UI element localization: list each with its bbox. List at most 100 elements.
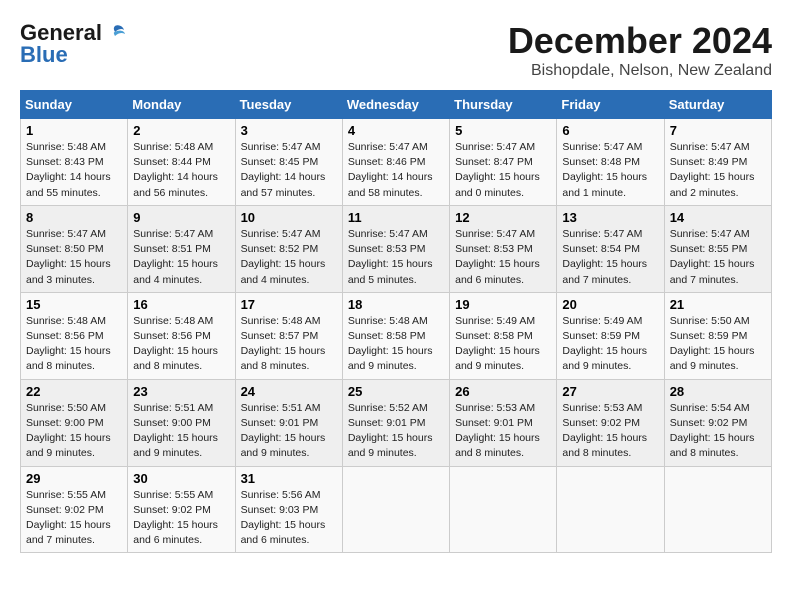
calendar-cell: 19 Sunrise: 5:49 AM Sunset: 8:58 PM Dayli… bbox=[450, 292, 557, 379]
day-number: 24 bbox=[241, 384, 337, 399]
calendar-cell: 21 Sunrise: 5:50 AM Sunset: 8:59 PM Dayli… bbox=[664, 292, 771, 379]
day-info: Sunrise: 5:47 AM Sunset: 8:50 PM Dayligh… bbox=[26, 227, 122, 288]
day-number: 8 bbox=[26, 210, 122, 225]
calendar-cell: 20 Sunrise: 5:49 AM Sunset: 8:59 PM Dayli… bbox=[557, 292, 664, 379]
calendar-cell: 8 Sunrise: 5:47 AM Sunset: 8:50 PM Daylig… bbox=[21, 205, 128, 292]
logo-bird-icon bbox=[104, 22, 126, 44]
day-info: Sunrise: 5:47 AM Sunset: 8:49 PM Dayligh… bbox=[670, 140, 766, 201]
day-number: 29 bbox=[26, 471, 122, 486]
header-thursday: Thursday bbox=[450, 91, 557, 119]
day-number: 30 bbox=[133, 471, 229, 486]
header-friday: Friday bbox=[557, 91, 664, 119]
day-info: Sunrise: 5:47 AM Sunset: 8:46 PM Dayligh… bbox=[348, 140, 444, 201]
day-number: 15 bbox=[26, 297, 122, 312]
day-info: Sunrise: 5:52 AM Sunset: 9:01 PM Dayligh… bbox=[348, 401, 444, 462]
day-number: 7 bbox=[670, 123, 766, 138]
day-info: Sunrise: 5:49 AM Sunset: 8:58 PM Dayligh… bbox=[455, 314, 551, 375]
day-number: 14 bbox=[670, 210, 766, 225]
day-info: Sunrise: 5:47 AM Sunset: 8:52 PM Dayligh… bbox=[241, 227, 337, 288]
day-number: 18 bbox=[348, 297, 444, 312]
calendar-cell: 23Sunrise: 5:51 AM Sunset: 9:00 PM Dayli… bbox=[128, 379, 235, 466]
day-number: 19 bbox=[455, 297, 551, 312]
day-info: Sunrise: 5:50 AM Sunset: 9:00 PM Dayligh… bbox=[26, 401, 122, 462]
day-info: Sunrise: 5:47 AM Sunset: 8:53 PM Dayligh… bbox=[348, 227, 444, 288]
day-info: Sunrise: 5:56 AM Sunset: 9:03 PM Dayligh… bbox=[241, 488, 337, 549]
calendar-cell: 11Sunrise: 5:47 AM Sunset: 8:53 PM Dayli… bbox=[342, 205, 449, 292]
day-number: 21 bbox=[670, 297, 766, 312]
calendar-cell bbox=[557, 466, 664, 553]
calendar-cell: 30 Sunrise: 5:55 AM Sunset: 9:02 PM Dayli… bbox=[128, 466, 235, 553]
calendar-cell: 12 Sunrise: 5:47 AM Sunset: 8:53 PM Dayli… bbox=[450, 205, 557, 292]
day-info: Sunrise: 5:55 AM Sunset: 9:02 PM Dayligh… bbox=[133, 488, 229, 549]
header-monday: Monday bbox=[128, 91, 235, 119]
calendar-cell: 17 Sunrise: 5:48 AM Sunset: 8:57 PM Dayli… bbox=[235, 292, 342, 379]
calendar-week-5: 29 Sunrise: 5:55 AM Sunset: 9:02 PM Dayli… bbox=[21, 466, 772, 553]
day-info: Sunrise: 5:48 AM Sunset: 8:58 PM Dayligh… bbox=[348, 314, 444, 375]
calendar-cell: 31 Sunrise: 5:56 AM Sunset: 9:03 PM Dayli… bbox=[235, 466, 342, 553]
day-number: 27 bbox=[562, 384, 658, 399]
day-info: Sunrise: 5:47 AM Sunset: 8:45 PM Dayligh… bbox=[241, 140, 337, 201]
day-info: Sunrise: 5:47 AM Sunset: 8:51 PM Dayligh… bbox=[133, 227, 229, 288]
day-number: 31 bbox=[241, 471, 337, 486]
day-info: Sunrise: 5:53 AM Sunset: 9:02 PM Dayligh… bbox=[562, 401, 658, 462]
calendar-cell: 7 Sunrise: 5:47 AM Sunset: 8:49 PM Daylig… bbox=[664, 119, 771, 206]
calendar-cell: 14 Sunrise: 5:47 AM Sunset: 8:55 PM Dayli… bbox=[664, 205, 771, 292]
calendar-week-4: 22 Sunrise: 5:50 AM Sunset: 9:00 PM Dayli… bbox=[21, 379, 772, 466]
calendar-cell: 22 Sunrise: 5:50 AM Sunset: 9:00 PM Dayli… bbox=[21, 379, 128, 466]
calendar-cell: 2Sunrise: 5:48 AM Sunset: 8:44 PM Daylig… bbox=[128, 119, 235, 206]
calendar-cell bbox=[450, 466, 557, 553]
day-number: 20 bbox=[562, 297, 658, 312]
day-info: Sunrise: 5:48 AM Sunset: 8:56 PM Dayligh… bbox=[26, 314, 122, 375]
title-area: December 2024 Bishopdale, Nelson, New Ze… bbox=[508, 20, 772, 80]
calendar-cell: 29Sunrise: 5:55 AM Sunset: 9:02 PM Dayli… bbox=[21, 466, 128, 553]
calendar-week-1: 1 Sunrise: 5:48 AM Sunset: 8:43 PM Daylig… bbox=[21, 119, 772, 206]
location-title: Bishopdale, Nelson, New Zealand bbox=[508, 62, 772, 80]
calendar-cell: 28Sunrise: 5:54 AM Sunset: 9:02 PM Dayli… bbox=[664, 379, 771, 466]
day-info: Sunrise: 5:51 AM Sunset: 9:00 PM Dayligh… bbox=[133, 401, 229, 462]
day-info: Sunrise: 5:47 AM Sunset: 8:53 PM Dayligh… bbox=[455, 227, 551, 288]
header-sunday: Sunday bbox=[21, 91, 128, 119]
day-number: 12 bbox=[455, 210, 551, 225]
page-header: General Blue December 2024 Bishopdale, N… bbox=[20, 20, 772, 80]
calendar-cell: 10Sunrise: 5:47 AM Sunset: 8:52 PM Dayli… bbox=[235, 205, 342, 292]
day-number: 17 bbox=[241, 297, 337, 312]
calendar-cell bbox=[664, 466, 771, 553]
day-info: Sunrise: 5:48 AM Sunset: 8:56 PM Dayligh… bbox=[133, 314, 229, 375]
day-number: 1 bbox=[26, 123, 122, 138]
day-info: Sunrise: 5:47 AM Sunset: 8:54 PM Dayligh… bbox=[562, 227, 658, 288]
day-number: 5 bbox=[455, 123, 551, 138]
day-info: Sunrise: 5:47 AM Sunset: 8:55 PM Dayligh… bbox=[670, 227, 766, 288]
calendar-cell: 6 Sunrise: 5:47 AM Sunset: 8:48 PM Daylig… bbox=[557, 119, 664, 206]
calendar-cell: 9 Sunrise: 5:47 AM Sunset: 8:51 PM Daylig… bbox=[128, 205, 235, 292]
day-info: Sunrise: 5:48 AM Sunset: 8:43 PM Dayligh… bbox=[26, 140, 122, 201]
day-number: 9 bbox=[133, 210, 229, 225]
calendar-cell: 1 Sunrise: 5:48 AM Sunset: 8:43 PM Daylig… bbox=[21, 119, 128, 206]
day-number: 6 bbox=[562, 123, 658, 138]
header-saturday: Saturday bbox=[664, 91, 771, 119]
calendar-week-3: 15 Sunrise: 5:48 AM Sunset: 8:56 PM Dayli… bbox=[21, 292, 772, 379]
header-row: Sunday Monday Tuesday Wednesday Thursday… bbox=[21, 91, 772, 119]
day-number: 16 bbox=[133, 297, 229, 312]
day-info: Sunrise: 5:47 AM Sunset: 8:47 PM Dayligh… bbox=[455, 140, 551, 201]
day-info: Sunrise: 5:49 AM Sunset: 8:59 PM Dayligh… bbox=[562, 314, 658, 375]
day-info: Sunrise: 5:50 AM Sunset: 8:59 PM Dayligh… bbox=[670, 314, 766, 375]
calendar-week-2: 8 Sunrise: 5:47 AM Sunset: 8:50 PM Daylig… bbox=[21, 205, 772, 292]
day-info: Sunrise: 5:53 AM Sunset: 9:01 PM Dayligh… bbox=[455, 401, 551, 462]
calendar-cell: 26Sunrise: 5:53 AM Sunset: 9:01 PM Dayli… bbox=[450, 379, 557, 466]
calendar-table: Sunday Monday Tuesday Wednesday Thursday… bbox=[20, 90, 772, 553]
day-info: Sunrise: 5:47 AM Sunset: 8:48 PM Dayligh… bbox=[562, 140, 658, 201]
logo-text-blue: Blue bbox=[20, 42, 68, 68]
day-info: Sunrise: 5:48 AM Sunset: 8:44 PM Dayligh… bbox=[133, 140, 229, 201]
calendar-cell: 13 Sunrise: 5:47 AM Sunset: 8:54 PM Dayli… bbox=[557, 205, 664, 292]
calendar-cell bbox=[342, 466, 449, 553]
day-info: Sunrise: 5:51 AM Sunset: 9:01 PM Dayligh… bbox=[241, 401, 337, 462]
day-number: 22 bbox=[26, 384, 122, 399]
calendar-cell: 5 Sunrise: 5:47 AM Sunset: 8:47 PM Daylig… bbox=[450, 119, 557, 206]
calendar-cell: 25Sunrise: 5:52 AM Sunset: 9:01 PM Dayli… bbox=[342, 379, 449, 466]
day-number: 13 bbox=[562, 210, 658, 225]
day-info: Sunrise: 5:48 AM Sunset: 8:57 PM Dayligh… bbox=[241, 314, 337, 375]
calendar-cell: 3Sunrise: 5:47 AM Sunset: 8:45 PM Daylig… bbox=[235, 119, 342, 206]
calendar-cell: 4 Sunrise: 5:47 AM Sunset: 8:46 PM Daylig… bbox=[342, 119, 449, 206]
day-number: 4 bbox=[348, 123, 444, 138]
month-title: December 2024 bbox=[508, 20, 772, 62]
